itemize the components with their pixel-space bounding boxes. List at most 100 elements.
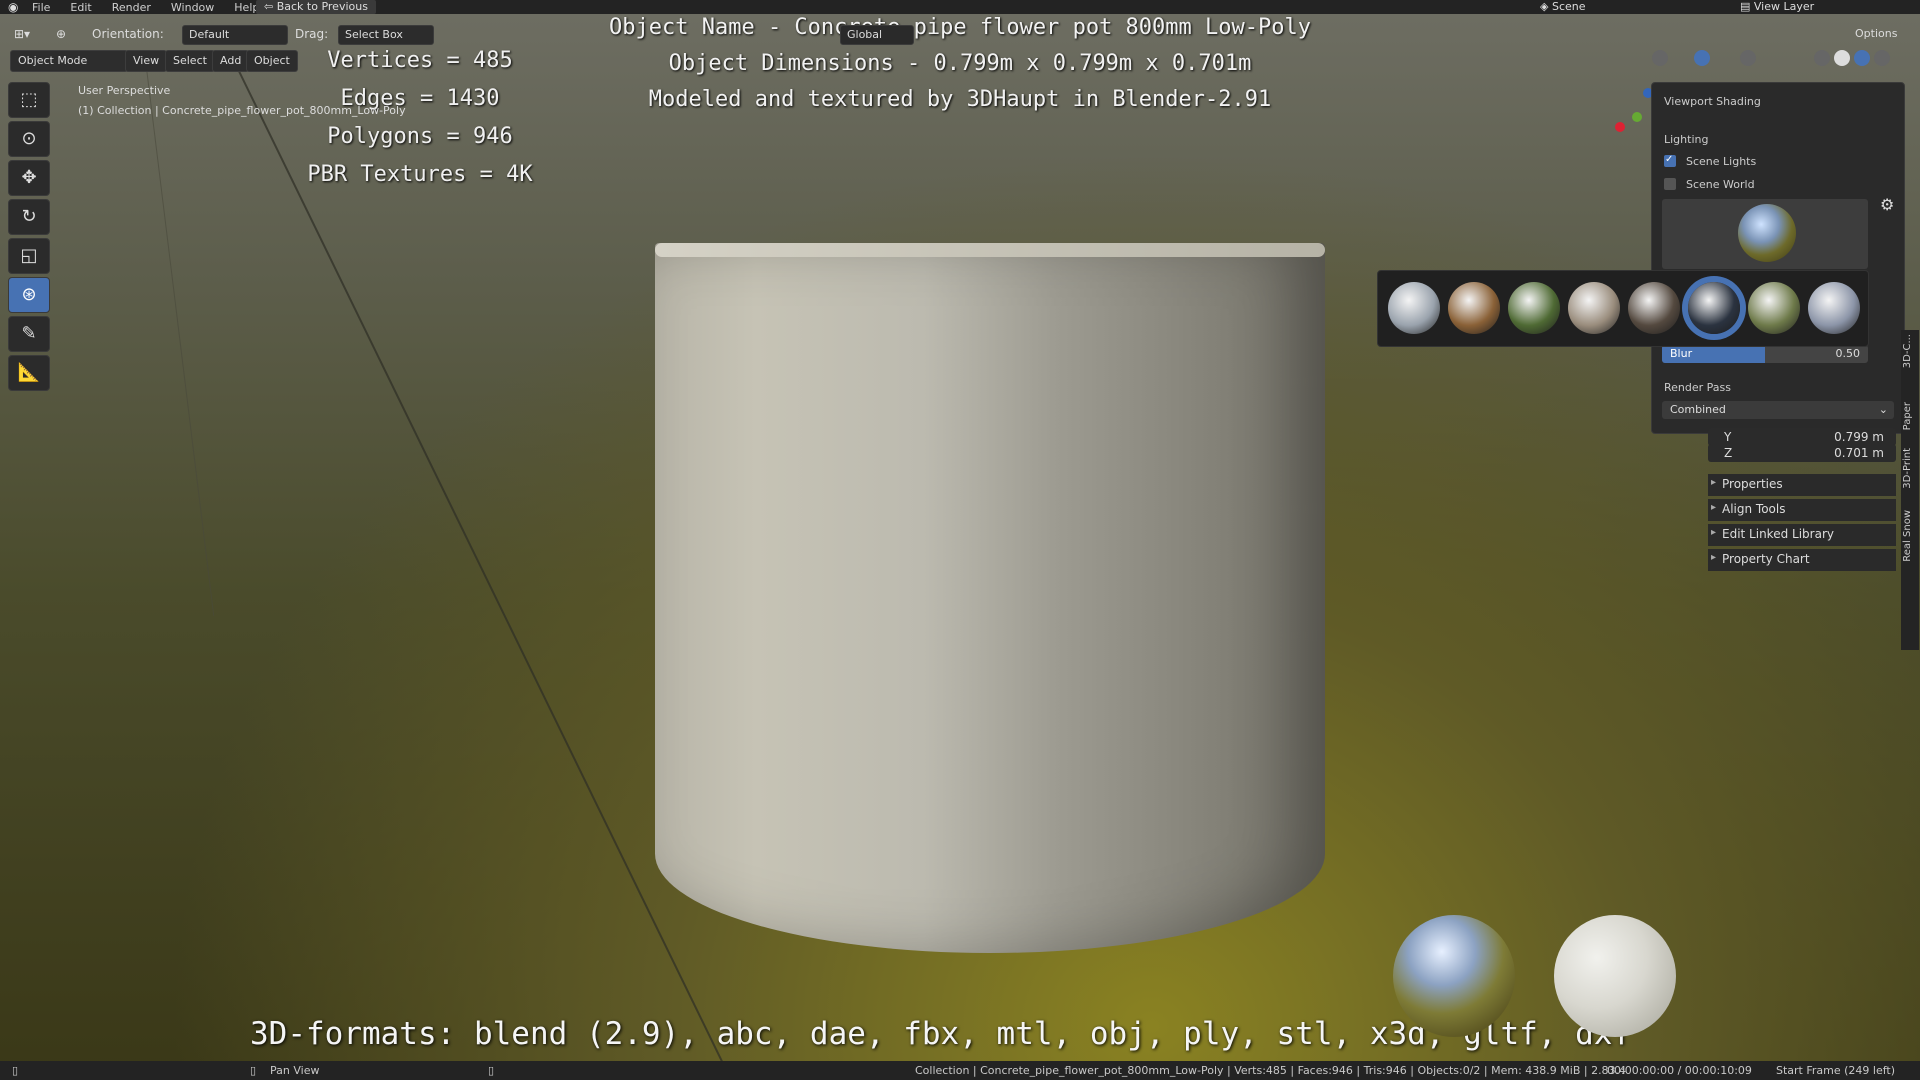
- panel-label: Property Chart: [1722, 552, 1810, 566]
- hdri-thumbnail-5[interactable]: [1628, 282, 1680, 334]
- move-tool-icon[interactable]: ✥: [8, 160, 50, 196]
- hdri-picker-popup: [1377, 270, 1869, 347]
- gizmo-y-axis[interactable]: [1632, 112, 1642, 122]
- stats-overlay: Vertices = 485 Edges = 1430 Polygons = 9…: [300, 42, 540, 194]
- cursor-tool-icon[interactable]: ⊙: [8, 121, 50, 157]
- dimension-y-label: Y: [1724, 430, 1732, 444]
- render-pass-label: Render Pass: [1664, 381, 1731, 394]
- pan-view-hint: Pan View: [270, 1064, 320, 1077]
- menu-file[interactable]: File: [22, 1, 60, 14]
- menu-edit[interactable]: Edit: [60, 1, 101, 14]
- scene-world-checkbox[interactable]: [1664, 178, 1676, 190]
- scale-tool-icon[interactable]: ◱: [8, 238, 50, 274]
- drag-label: Drag:: [295, 27, 329, 41]
- editor-type-icon[interactable]: ⊞▾: [14, 27, 30, 41]
- material-preview-icon[interactable]: [1854, 50, 1870, 66]
- view-layer-icon: ▤: [1740, 0, 1754, 13]
- blender-logo-icon[interactable]: ◉: [8, 0, 22, 14]
- menu-render[interactable]: Render: [102, 1, 161, 14]
- blur-slider[interactable]: Blur 0.50: [1662, 345, 1868, 363]
- hdri-thumbnail-8[interactable]: [1808, 282, 1860, 334]
- object-mode-dropdown[interactable]: Object Mode: [10, 50, 128, 72]
- gear-icon[interactable]: ⚙: [1880, 195, 1894, 214]
- rendered-icon[interactable]: [1874, 50, 1890, 66]
- polygons-text: Polygons = 946: [327, 124, 513, 149]
- transform-tool-icon[interactable]: ⊛: [8, 277, 50, 313]
- solid-icon[interactable]: [1834, 50, 1850, 66]
- viewport-shading-popover: Viewport Shading Lighting Scene Lights S…: [1651, 82, 1905, 434]
- transform-icon[interactable]: ⊕: [56, 27, 66, 41]
- perspective-label: User Perspective: [78, 84, 171, 97]
- hdri-thumbnail-3[interactable]: [1508, 282, 1560, 334]
- hdri-thumbnail-4[interactable]: [1568, 282, 1620, 334]
- render-pass-value: Combined: [1670, 403, 1726, 416]
- panel-label: Edit Linked Library: [1722, 527, 1834, 541]
- sidebar-vertical-tabs: 3D-C... Paper 3D-Print Real Snow: [1901, 330, 1919, 650]
- object-menu[interactable]: Object: [246, 50, 298, 72]
- wireframe-icon[interactable]: [1814, 50, 1830, 66]
- status-frame: Start Frame (249 left): [1776, 1064, 1896, 1077]
- scene-edge-line: [145, 59, 215, 616]
- viewport-header: ⊞▾ ⊕ Orientation: Default Drag: Select B…: [0, 20, 1920, 50]
- tab-3d-c[interactable]: 3D-C...: [1902, 334, 1913, 368]
- annotate-tool-icon[interactable]: ✎: [8, 316, 50, 352]
- status-time: 00:00:00:00 / 00:00:10:09: [1607, 1064, 1752, 1077]
- hdri-thumbnail-2[interactable]: [1448, 282, 1500, 334]
- credit-text: Modeled and textured by 3DHaupt in Blend…: [648, 87, 1272, 112]
- object-dimensions-text: Object Dimensions - 0.799m x 0.799m x 0.…: [668, 51, 1252, 76]
- dimension-z-field[interactable]: Z 0.701 m: [1708, 444, 1896, 462]
- panel-align-tools[interactable]: Align Tools: [1708, 499, 1896, 521]
- lighting-label: Lighting: [1664, 133, 1709, 146]
- hdri-preview-thumbnail: [1738, 204, 1796, 262]
- chevron-down-icon: ⌄: [1878, 403, 1888, 416]
- blur-label: Blur: [1670, 347, 1693, 360]
- transform-orientation-dropdown[interactable]: Global: [840, 25, 914, 45]
- pot-rim: [655, 243, 1325, 257]
- sidebar-n-panel: Y 0.799 m Z 0.701 m Properties Align Too…: [1708, 428, 1896, 571]
- gizmo-x-axis[interactable]: [1615, 122, 1625, 132]
- add-menu[interactable]: Add: [212, 50, 250, 72]
- select-box-tool-icon[interactable]: ⬚: [8, 82, 50, 118]
- drag-dropdown[interactable]: Select Box: [338, 25, 434, 45]
- concrete-pot-model[interactable]: [655, 243, 1325, 953]
- tool-shelf: ⬚ ⊙ ✥ ↻ ◱ ⊛ ✎ 📐: [8, 82, 50, 394]
- overlay-icon[interactable]: [1652, 50, 1668, 66]
- panel-property-chart[interactable]: Property Chart: [1708, 549, 1896, 571]
- gizmo-icon[interactable]: [1694, 50, 1710, 66]
- view-layer-name: View Layer: [1753, 0, 1815, 13]
- panel-edit-linked-library[interactable]: Edit Linked Library: [1708, 524, 1896, 546]
- scene-world-label: Scene World: [1686, 178, 1755, 191]
- view-layer-selector[interactable]: ▤ View Layer: [1740, 0, 1890, 14]
- 3d-viewport[interactable]: Object Name - Concrete pipe flower pot 8…: [0, 0, 1920, 1080]
- hdri-thumbnail-7[interactable]: [1748, 282, 1800, 334]
- select-menu[interactable]: Select: [165, 50, 215, 72]
- scene-lights-checkbox[interactable]: [1664, 154, 1676, 167]
- textures-text: PBR Textures = 4K: [307, 162, 533, 187]
- options-dropdown[interactable]: Options: [1855, 27, 1897, 40]
- panel-properties[interactable]: Properties: [1708, 474, 1896, 496]
- panel-label: Properties: [1722, 477, 1783, 491]
- collection-label: (1) Collection | Concrete_pipe_flower_po…: [78, 104, 406, 117]
- back-to-previous-button[interactable]: ⇦ Back to Previous: [256, 0, 376, 14]
- scene-selector[interactable]: ◈ Scene: [1540, 0, 1690, 14]
- hdri-thumbnail-6[interactable]: [1688, 282, 1740, 334]
- tab-paper[interactable]: Paper: [1902, 402, 1913, 430]
- tab-real-snow[interactable]: Real Snow: [1902, 510, 1913, 562]
- render-pass-dropdown[interactable]: Combined ⌄: [1662, 401, 1894, 419]
- measure-tool-icon[interactable]: 📐: [8, 355, 50, 391]
- dimension-z-label: Z: [1724, 446, 1733, 460]
- tab-3d-print[interactable]: 3D-Print: [1902, 448, 1913, 489]
- panel-label: Align Tools: [1722, 502, 1786, 516]
- menu-window[interactable]: Window: [161, 1, 224, 14]
- view-menu[interactable]: View: [125, 50, 168, 72]
- mouse-right-icon: ▯: [488, 1064, 495, 1077]
- status-info: Collection | Concrete_pipe_flower_pot_80…: [915, 1064, 1627, 1077]
- orientation-label: Orientation:: [92, 27, 164, 41]
- orientation-dropdown[interactable]: Default: [182, 25, 288, 45]
- xray-icon[interactable]: [1740, 50, 1756, 66]
- blur-value: 0.50: [1835, 347, 1861, 360]
- rotate-tool-icon[interactable]: ↻: [8, 199, 50, 235]
- hdri-thumbnail-1[interactable]: [1388, 282, 1440, 334]
- hdri-selector[interactable]: [1662, 199, 1868, 269]
- mouse-left-icon: ▯: [12, 1064, 19, 1077]
